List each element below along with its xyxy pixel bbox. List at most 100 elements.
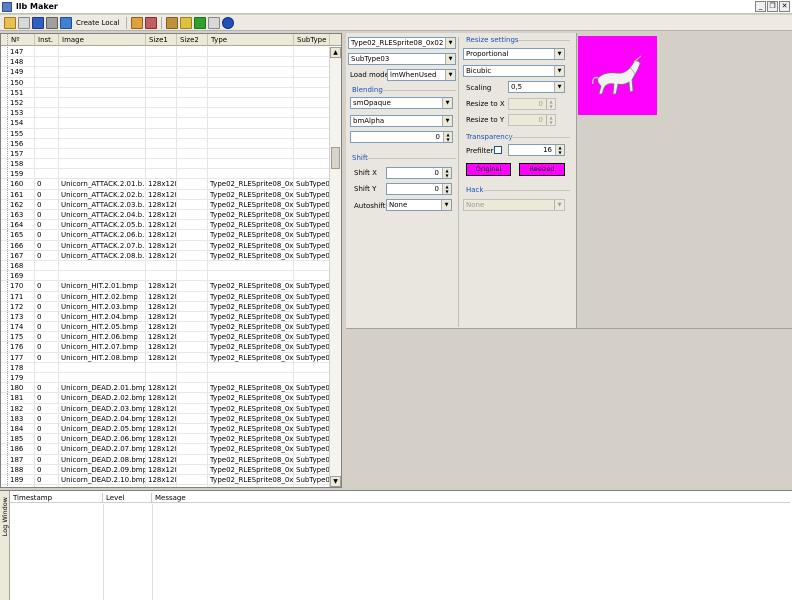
cell-size1[interactable] [146, 271, 177, 281]
cell-size1[interactable] [146, 77, 177, 87]
cell-size2[interactable] [177, 108, 208, 118]
cell-inst[interactable] [35, 57, 59, 67]
cell-size1[interactable]: 128x128 [146, 240, 177, 250]
cell-size2[interactable] [177, 179, 208, 189]
cell-subtype[interactable] [294, 87, 330, 97]
cell-type[interactable]: Type02_RLESprite08_0x0 [208, 199, 294, 209]
grid-scrollbar[interactable]: ▲ ▼ [329, 47, 341, 487]
cell-image[interactable]: Unicorn_HIT.2.02.bmp [59, 291, 146, 301]
cell-size2[interactable] [177, 423, 208, 434]
table-row[interactable]: 167 0 Unicorn_ATTACK.2.08.b... 128x128 Type0… [1, 250, 330, 261]
cell-number[interactable]: 171 [8, 291, 35, 301]
cell-type[interactable]: Type02_RLESprite08_0x0 [208, 230, 294, 240]
table-row[interactable]: 189 0 Unicorn_DEAD.2.10.bmp 128x128 Type02_R… [1, 474, 330, 486]
cell-image[interactable]: Unicorn_DEAD.2.04.bmp [59, 413, 146, 423]
cell-number[interactable]: 177 [8, 352, 35, 362]
cell-number[interactable]: 161 [8, 189, 35, 199]
table-row[interactable]: 152 [1, 97, 330, 109]
cell-subtype[interactable]: SubType0 [294, 403, 330, 413]
cell-type[interactable] [208, 138, 294, 148]
cell-number[interactable]: 152 [8, 97, 35, 108]
cell-number[interactable]: 175 [8, 332, 35, 342]
cell-subtype[interactable] [294, 118, 330, 128]
cell-type[interactable] [208, 260, 294, 271]
cell-inst[interactable]: 0 [35, 474, 59, 485]
cell-type[interactable]: Type02_RLESprite08_0x0 [208, 179, 294, 189]
cell-size1[interactable] [146, 108, 177, 118]
cell-size1[interactable]: 128x128 [146, 301, 177, 311]
cell-image[interactable]: Unicorn_HIT.2.07.bmp [59, 342, 146, 352]
cell-size2[interactable] [177, 393, 208, 403]
cell-image[interactable]: Unicorn_ATTACK.2.04.b... [59, 210, 146, 220]
cell-type[interactable] [208, 57, 294, 67]
cell-size1[interactable] [146, 138, 177, 148]
cell-inst[interactable] [35, 87, 59, 97]
table-row[interactable]: 170 0 Unicorn_HIT.2.01.bmp 128x128 Type02_RL… [1, 281, 330, 292]
create-local-button[interactable]: Create Local [76, 19, 120, 27]
cell-inst[interactable] [35, 260, 59, 271]
cell-type[interactable] [208, 47, 294, 57]
cell-image[interactable]: Unicorn_ATTACK.2.07.b... [59, 240, 146, 250]
cell-inst[interactable]: 0 [35, 413, 59, 423]
cell-subtype[interactable] [294, 159, 330, 169]
cell-size2[interactable] [177, 301, 208, 311]
cell-size2[interactable] [177, 271, 208, 281]
spinner-arrows-icon[interactable]: ▲ ▼ [442, 184, 451, 194]
blend-mode-select[interactable]: smOpaque ▼ [350, 97, 453, 109]
cell-size2[interactable] [177, 413, 208, 423]
cell-image[interactable]: Unicorn_DEAD.2.03.bmp [59, 403, 146, 413]
cell-size2[interactable] [177, 444, 208, 454]
load-mode-select[interactable]: lmWhenUsed ▼ [387, 69, 456, 81]
cell-subtype[interactable]: SubType0 [294, 240, 330, 250]
table-row[interactable]: 177 0 Unicorn_HIT.2.08.bmp 128x128 Type02_RL… [1, 352, 330, 363]
cell-type[interactable]: Type02_RLESprite08_0x0 [208, 240, 294, 250]
cell-image[interactable]: Unicorn_DEAD.2.10.bmp [59, 474, 146, 485]
cell-subtype[interactable]: SubType0 [294, 281, 330, 291]
resize-mode-select[interactable]: Proportional ▼ [463, 48, 565, 60]
table-row[interactable]: 168 [1, 260, 330, 272]
cell-type[interactable] [208, 169, 294, 179]
cell-type[interactable]: Type02_RLESprite08_0x0 [208, 393, 294, 403]
cell-subtype[interactable]: SubType0 [294, 230, 330, 240]
cell-size2[interactable] [177, 250, 208, 260]
cell-inst[interactable]: 0 [35, 250, 59, 260]
cell-size2[interactable] [177, 118, 208, 128]
cell-size1[interactable]: 128x128 [146, 434, 177, 444]
cell-type[interactable]: Type02_RLESprite08_0x0 [208, 342, 294, 352]
cell-image[interactable]: Unicorn_HIT.2.04.bmp [59, 311, 146, 322]
cell-inst[interactable]: 0 [35, 454, 59, 464]
cell-number[interactable]: 157 [8, 148, 35, 159]
cell-size1[interactable]: 128x128 [146, 210, 177, 220]
cell-inst[interactable] [35, 108, 59, 118]
cell-number[interactable]: 166 [8, 240, 35, 250]
tag-icon[interactable] [130, 16, 143, 29]
cell-subtype[interactable] [294, 128, 330, 138]
cell-type[interactable] [208, 362, 294, 372]
cell-image[interactable] [59, 77, 146, 87]
cell-image[interactable]: Unicorn_DEAD.2.06.bmp [59, 434, 146, 444]
chevron-down-icon[interactable]: ▼ [554, 200, 564, 210]
cell-number[interactable]: 164 [8, 220, 35, 230]
table-row[interactable]: 147 [1, 47, 330, 58]
cell-type[interactable]: Type02_RLESprite08_0x0 [208, 281, 294, 291]
save-icon[interactable] [32, 16, 44, 29]
cell-inst[interactable] [35, 271, 59, 281]
cell-inst[interactable]: 0 [35, 342, 59, 352]
cell-inst[interactable]: 0 [35, 444, 59, 454]
cell-number[interactable]: 181 [8, 393, 35, 403]
table-row[interactable]: 190 [1, 485, 330, 487]
cell-image[interactable] [59, 47, 146, 57]
cell-size2[interactable] [177, 169, 208, 179]
cell-type[interactable]: Type02_RLESprite08_0x0 [208, 413, 294, 423]
cell-number[interactable]: 149 [8, 67, 35, 77]
column-header-inst[interactable]: Inst. [35, 34, 59, 45]
cell-inst[interactable]: 0 [35, 199, 59, 209]
cell-inst[interactable]: 0 [35, 301, 59, 311]
cell-number[interactable]: 180 [8, 383, 35, 393]
cell-subtype[interactable] [294, 77, 330, 87]
help-icon[interactable] [221, 16, 234, 29]
tags-icon[interactable] [144, 16, 157, 29]
cell-type[interactable]: Type02_RLESprite08_0x0 [208, 322, 294, 332]
cell-number[interactable]: 147 [8, 47, 35, 57]
cell-size1[interactable] [146, 260, 177, 271]
